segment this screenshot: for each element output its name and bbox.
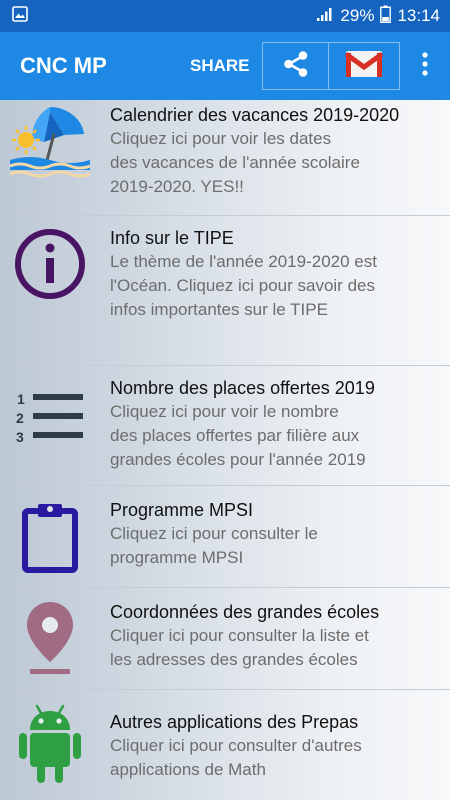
numbered-list-icon: 1 2 3 [10,378,90,458]
item-subtitle: Le thème de l'année 2019-2020 est l'Océa… [110,252,377,319]
item-subtitle: Cliquez ici pour consulter le programme … [110,524,318,567]
list-item-autres-applications[interactable]: Autres applications des Prepas Cliquer i… [0,690,450,800]
gmail-button[interactable] [328,42,400,90]
share-icon [281,49,311,83]
item-title: Programme MPSI [110,500,254,520]
info-icon [10,224,90,304]
item-subtitle: Cliquez ici pour voir le nombre des plac… [110,402,366,469]
more-vert-icon [421,51,429,81]
item-title: Nombre des places offertes 2019 [110,378,375,398]
overflow-menu-button[interactable] [410,42,440,90]
item-subtitle: Cliquer ici pour consulter la liste et l… [110,626,369,669]
app-title: CNC MP [20,53,107,78]
status-bar: 29% 13:14 [0,0,450,32]
item-title: Coordonnées des grandes écoles [110,602,380,622]
svg-text:3: 3 [16,429,24,445]
battery-icon [380,5,392,28]
app-bar: CNC MP SHARE [0,32,450,100]
share-button[interactable] [262,42,328,90]
svg-text:2: 2 [16,410,24,426]
location-pin-icon [10,598,90,678]
clock: 13:14 [397,6,440,25]
clipboard-icon [10,498,90,578]
gmail-icon [344,49,384,83]
item-subtitle: Cliquez ici pour voir les dates des vaca… [110,129,360,196]
signal-icon [316,6,334,27]
beach-umbrella-icon [10,104,90,184]
svg-text:1: 1 [17,391,25,407]
share-button-label[interactable]: SHARE [190,56,250,76]
list-item-calendrier[interactable]: Calendrier des vacances 2019-2020 Clique… [0,100,450,216]
list-item-places[interactable]: 1 2 3 Nombre des places offertes 2019 Cl… [0,366,450,486]
item-title: Autres applications des Prepas [110,712,359,732]
item-subtitle: Cliquer ici pour consulter d'autres appl… [110,736,362,779]
gallery-notification-icon [12,5,28,27]
list-item-programme-mpsi[interactable]: Programme MPSI Cliquez ici pour consulte… [0,486,450,588]
item-title: Info sur le TIPE [110,228,234,248]
item-title: Calendrier des vacances 2019-2020 [110,105,400,125]
list-item-coordonnees[interactable]: Coordonnées des grandes écoles Cliquer i… [0,588,450,690]
battery-percent: 29% [340,6,375,25]
menu-list: Calendrier des vacances 2019-2020 Clique… [0,100,450,800]
android-icon [10,704,90,784]
list-item-tipe[interactable]: Info sur le TIPE Le thème de l'année 201… [0,216,450,366]
